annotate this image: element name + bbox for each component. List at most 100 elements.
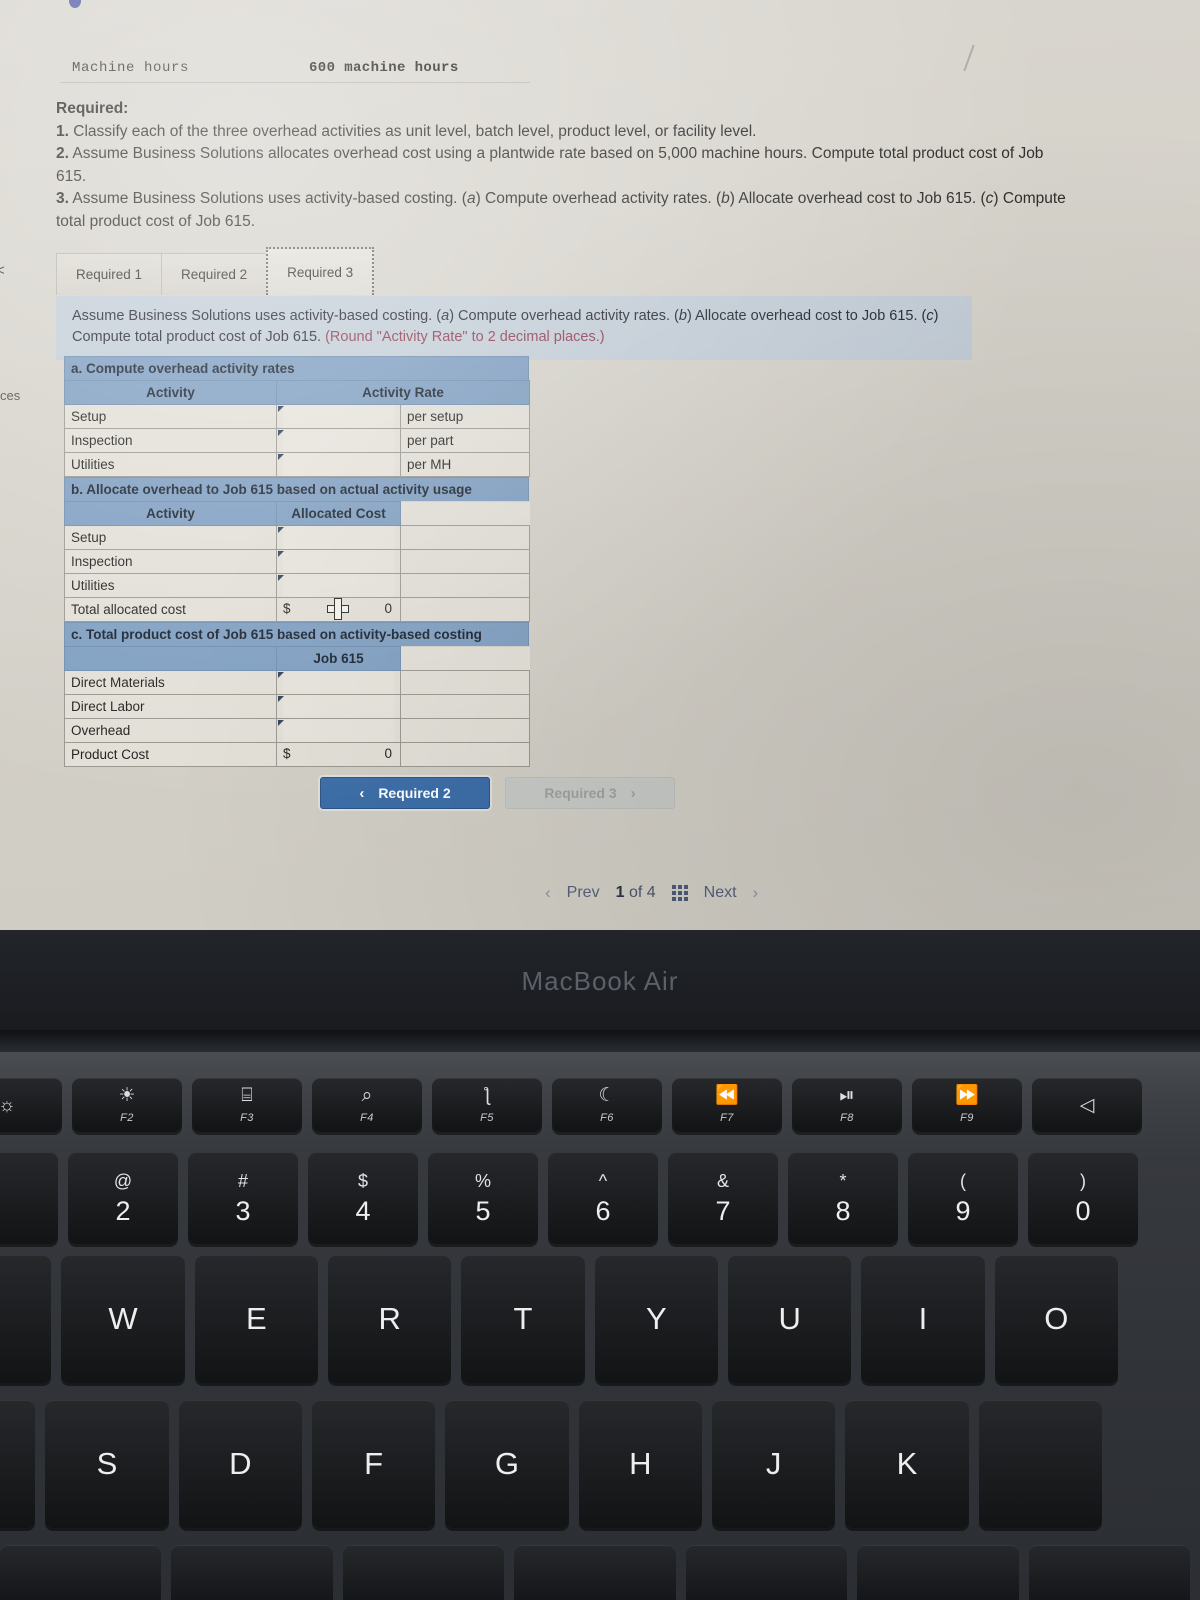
keyboard-function-row[interactable]: ☼ ☀ F2 ⌸ F3 ⌕ F4 ƪ F5 ☾ F6 ⏪ F7 ⏯ F8 ⏩ F… [0, 1078, 1152, 1132]
pager-current-page: 1 [615, 884, 625, 901]
section-b-cost-input-setup[interactable] [276, 525, 401, 550]
key-1-partial[interactable] [0, 1152, 58, 1244]
keyboard-top-letter-row[interactable]: W E R T Y U I O [0, 1255, 1128, 1383]
pager-next-button[interactable]: Next [704, 884, 737, 902]
key-y[interactable]: Y [594, 1255, 718, 1383]
key-0-lower: 0 [1075, 1195, 1091, 1226]
requirement-tabs[interactable]: Required 1 Required 2 Required 3 [56, 247, 375, 295]
key-bottom-7[interactable] [1028, 1545, 1190, 1600]
section-a-rate-input-setup[interactable] [276, 404, 401, 429]
section-b-total-value: 0 [384, 601, 392, 616]
key-o[interactable]: O [994, 1255, 1118, 1383]
next-requirement-button[interactable]: Required 3 › [505, 777, 675, 809]
section-b-activity-inspection: Inspection [64, 549, 277, 574]
table-row: Direct Materials [64, 670, 530, 695]
question-pager[interactable]: ‹ Prev 1 of 4 Next › [545, 883, 758, 903]
previous-requirement-button[interactable]: ‹ Required 2 [320, 777, 490, 809]
key-7[interactable]: & 7 [668, 1152, 778, 1244]
section-c-amount-input-direct-materials[interactable] [276, 670, 401, 695]
key-f1-partial[interactable]: ☼ [0, 1078, 62, 1132]
keyboard-home-letter-row[interactable]: S D F G H J K [0, 1400, 1112, 1528]
section-b-cost-input-utilities[interactable] [276, 573, 401, 598]
pager-prev-button[interactable]: Prev [567, 884, 600, 902]
key-e[interactable]: E [194, 1255, 318, 1383]
key-bottom-5[interactable] [685, 1545, 848, 1600]
key-f6[interactable]: ☾ F6 [552, 1078, 662, 1132]
key-f9[interactable]: ⏩ F9 [912, 1078, 1022, 1132]
pager-next-chevron-icon[interactable]: › [753, 883, 759, 903]
tab-required-2[interactable]: Required 2 [161, 253, 268, 295]
key-bottom-2[interactable] [171, 1545, 333, 1600]
key-4[interactable]: $ 4 [308, 1152, 418, 1244]
grid-view-icon[interactable] [671, 885, 688, 901]
key-6-upper: ^ [598, 1170, 608, 1191]
key-r[interactable]: R [327, 1255, 452, 1383]
section-c-total-value: 0 [384, 746, 392, 761]
section-a-unit-utilities: per MH [400, 452, 530, 477]
key-f3[interactable]: ⌸ F3 [192, 1078, 302, 1132]
key-j[interactable]: J [711, 1400, 836, 1528]
key-5-lower: 5 [475, 1195, 491, 1226]
key-f[interactable]: F [311, 1400, 436, 1528]
tab-required-3[interactable]: Required 3 [266, 247, 375, 295]
requirement-nav-buttons[interactable]: ‹ Required 2 Required 3 › [320, 777, 675, 809]
table-row: Inspection per part [64, 428, 530, 453]
key-0[interactable]: ) 0 [1028, 1152, 1138, 1244]
key-6[interactable]: ^ 6 [548, 1152, 658, 1244]
key-t[interactable]: T [461, 1255, 585, 1383]
key-3[interactable]: # 3 [188, 1152, 298, 1244]
key-h[interactable]: H [578, 1400, 702, 1528]
key-f7[interactable]: ⏪ F7 [672, 1078, 782, 1132]
key-bottom-3[interactable] [342, 1545, 505, 1600]
table-header-row: Activity Activity Rate [64, 380, 530, 405]
section-a-rate-input-inspection[interactable] [276, 428, 401, 453]
key-k[interactable]: K [845, 1400, 969, 1528]
key-f2[interactable]: ☀ F2 [72, 1078, 182, 1132]
section-b-cost-input-inspection[interactable] [276, 549, 401, 574]
key-w[interactable]: W [61, 1255, 185, 1383]
section-c-amount-input-overhead[interactable] [276, 718, 401, 743]
section-b-activity-utilities: Utilities [64, 573, 277, 598]
section-a-activity-inspection: Inspection [64, 428, 277, 453]
instruction-text-c: ) Allocate overhead cost to Job 615. ( [686, 308, 927, 324]
key-bottom-4[interactable] [514, 1545, 676, 1600]
section-a-header-activity: Activity [64, 380, 277, 405]
key-3-upper: # [237, 1170, 248, 1191]
section-c-header-job: Job 615 [276, 646, 401, 671]
key-f5[interactable]: ƪ F5 [432, 1078, 542, 1132]
keyboard-number-row[interactable]: @ 2 # 3 $ 4 % 5 ^ 6 & 7 * 8 ( 9 ) 0 [0, 1152, 1148, 1244]
key-8[interactable]: * 8 [788, 1152, 898, 1244]
key-q-partial[interactable] [0, 1255, 52, 1383]
key-s[interactable]: S [45, 1400, 169, 1528]
section-b-header-cost: Allocated Cost [276, 501, 401, 526]
key-u[interactable]: U [727, 1255, 852, 1383]
table-row: Direct Labor [64, 694, 530, 719]
key-g[interactable]: G [445, 1400, 569, 1528]
edge-fragment-text: ces [0, 388, 21, 403]
spotlight-search-icon: ⌕ [361, 1085, 373, 1106]
key-f8-label: F8 [840, 1112, 854, 1124]
instruction-letter-a: a [441, 308, 450, 324]
key-d[interactable]: D [178, 1400, 302, 1528]
machine-hours-row: Machine hours 600 machine hours [60, 60, 540, 84]
key-i[interactable]: I [861, 1255, 985, 1383]
section-c-amount-input-direct-labor[interactable] [276, 694, 401, 719]
key-a-partial[interactable] [0, 1400, 36, 1528]
key-bottom-6[interactable] [857, 1545, 1019, 1600]
keyboard-bottom-partial-row[interactable] [0, 1545, 1200, 1600]
dictation-mic-icon: ƪ [483, 1085, 491, 1106]
tab-required-1[interactable]: Required 1 [56, 253, 163, 295]
key-8-lower: 8 [835, 1195, 851, 1226]
machine-hours-label: Machine hours [72, 60, 190, 76]
key-f4[interactable]: ⌕ F4 [312, 1078, 422, 1132]
key-l-partial[interactable] [978, 1400, 1102, 1528]
pager-prev-chevron-icon[interactable]: ‹ [545, 883, 551, 903]
key-f8[interactable]: ⏯ F8 [792, 1078, 902, 1132]
key-f10-partial[interactable]: ◁ [1032, 1078, 1142, 1132]
key-bottom-1[interactable] [0, 1545, 162, 1600]
section-a-rate-input-utilities[interactable] [276, 452, 401, 477]
key-5[interactable]: % 5 [428, 1152, 538, 1244]
key-2[interactable]: @ 2 [68, 1152, 178, 1244]
section-c-pad [400, 646, 530, 671]
key-9[interactable]: ( 9 [908, 1152, 1018, 1244]
